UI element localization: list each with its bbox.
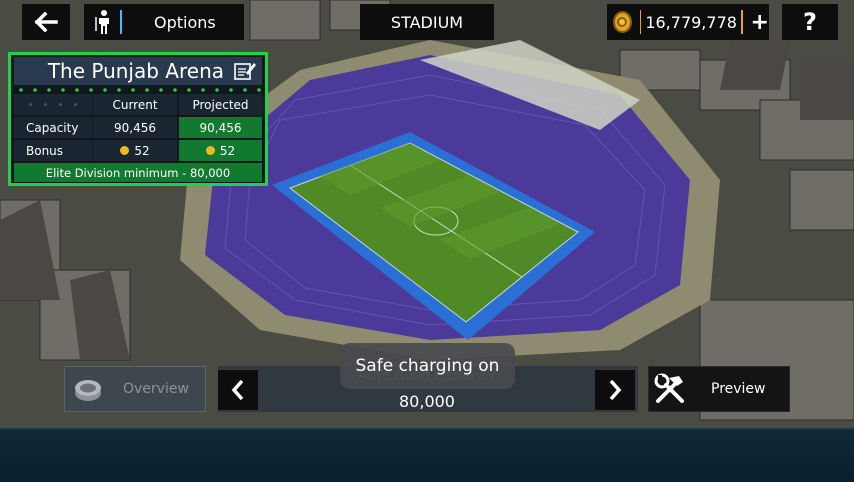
toast-notification: Safe charging on (340, 343, 515, 389)
overview-label: Overview (123, 381, 189, 397)
options-button[interactable]: Options (84, 4, 244, 40)
capacity-label: Capacity (14, 117, 92, 138)
edit-icon[interactable] (234, 61, 256, 81)
preview-button[interactable]: Preview (648, 366, 790, 412)
bottom-bar (0, 428, 854, 482)
options-label: Options (154, 12, 216, 32)
next-capacity-button[interactable] (595, 370, 635, 410)
player-figure-icon (95, 10, 109, 34)
stadium-name: The Punjab Arena (47, 59, 224, 83)
arena-header: The Punjab Arena (14, 57, 262, 85)
bonus-projected: 52 (219, 143, 236, 158)
capacity-projected: 90,456 (179, 117, 262, 138)
auto-build-capacity-value: 80,000 (399, 392, 455, 411)
bonus-current: 52 (134, 143, 150, 158)
bonus-projected-cell: 52 (179, 140, 262, 161)
header-empty-cell (14, 94, 92, 115)
bonus-label: Bonus (14, 140, 92, 161)
column-current-header: Current (93, 94, 177, 115)
coins-value: 16,779,778 (645, 12, 737, 32)
options-separator (120, 10, 122, 34)
stadium-info-panel: The Punjab Arena Current Projected Capac… (8, 52, 268, 186)
back-arrow-icon (34, 12, 58, 32)
coins-display[interactable]: 16,779,778 + (607, 4, 769, 40)
back-button[interactable] (22, 4, 70, 40)
column-projected-header: Projected (179, 94, 262, 115)
toast-message: Safe charging on (355, 356, 500, 376)
coin-icon (120, 146, 130, 155)
hammer-wrench-icon (654, 373, 684, 403)
coins-separator (639, 10, 642, 34)
help-button[interactable]: ? (782, 4, 838, 40)
capacity-current: 90,456 (93, 117, 177, 138)
bonus-current-cell: 52 (93, 140, 177, 161)
elite-division-note: Elite Division minimum - 80,000 (14, 163, 262, 182)
help-icon: ? (803, 8, 817, 36)
coins-separator-end (740, 10, 743, 34)
stadium-overview-icon (75, 380, 101, 401)
chevron-right-icon (609, 379, 622, 401)
overview-button[interactable]: Overview (64, 366, 206, 412)
coin-icon (205, 146, 215, 155)
chevron-left-icon (231, 379, 244, 401)
coin-icon (613, 11, 632, 33)
preview-label: Preview (711, 381, 766, 397)
screen-title: STADIUM (360, 4, 494, 40)
plus-icon[interactable]: + (751, 10, 769, 35)
previous-capacity-button[interactable] (218, 370, 258, 410)
dots-divider (14, 86, 262, 94)
